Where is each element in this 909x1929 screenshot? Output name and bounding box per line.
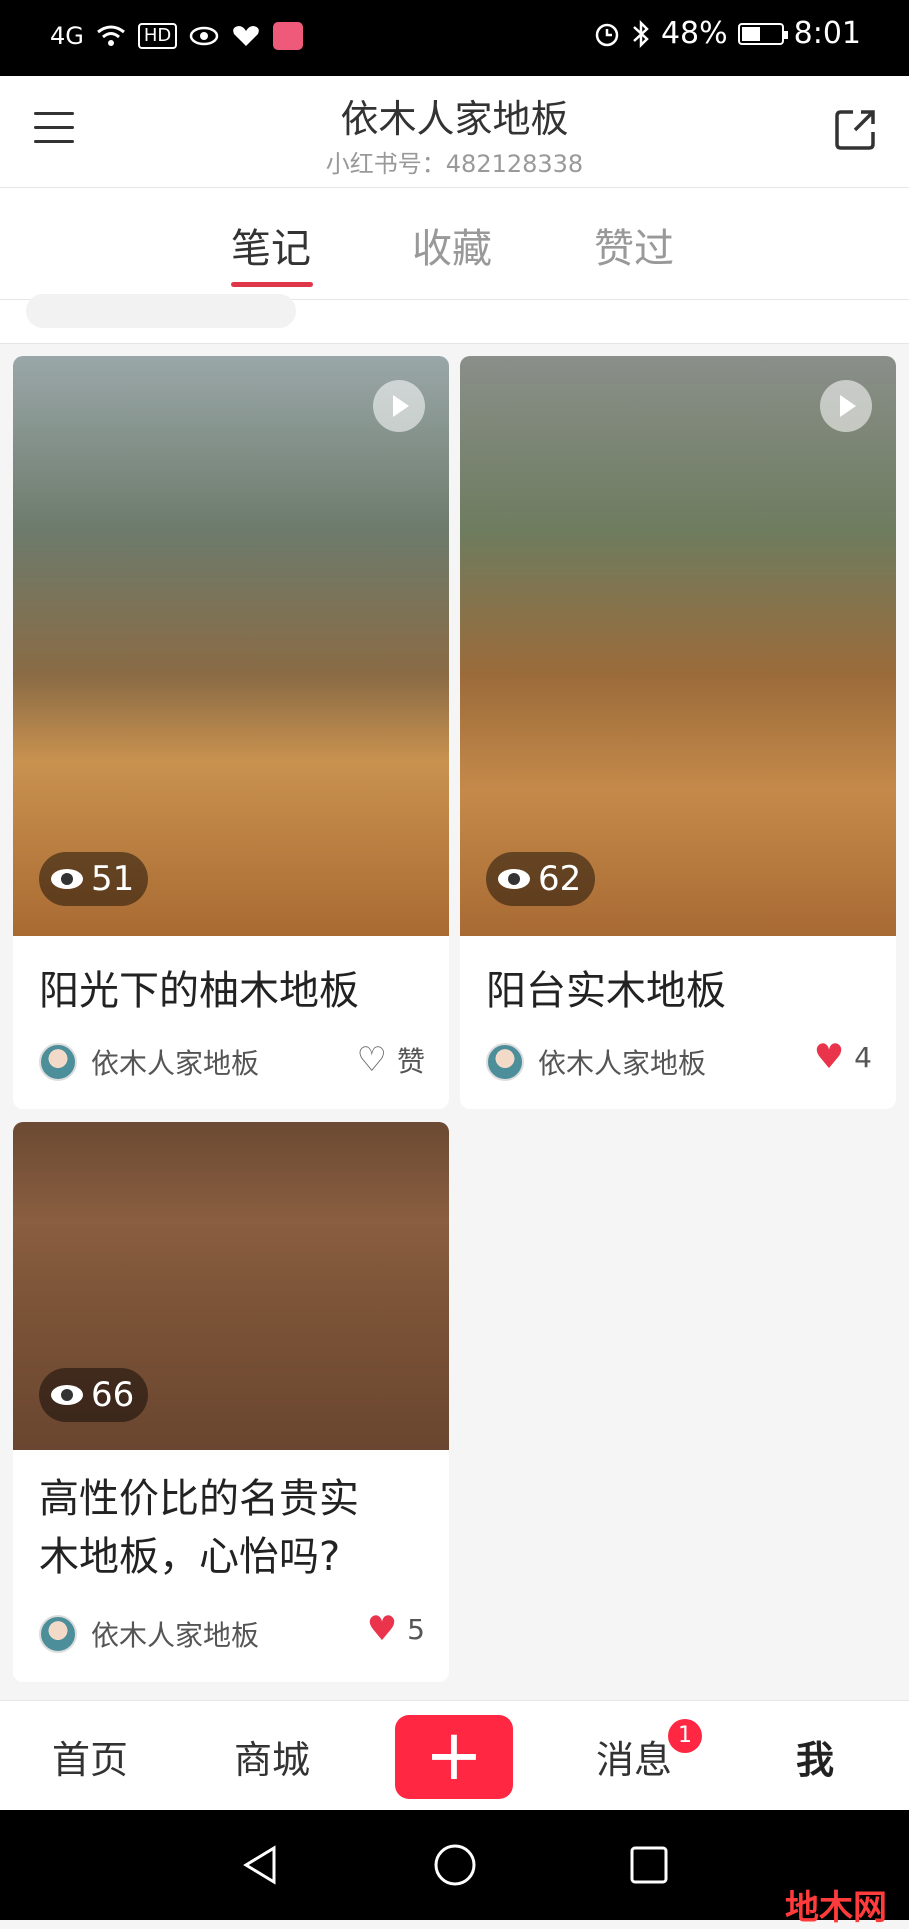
note-cover-image[interactable] xyxy=(460,356,896,936)
filter-pill[interactable] xyxy=(26,294,296,328)
message-badge: 1 xyxy=(668,1719,702,1753)
like-button[interactable]: ♥ 5 xyxy=(367,1612,425,1646)
nav-me[interactable]: 我 xyxy=(796,1729,834,1784)
note-card[interactable]: 51 阳光下的柚木地板 依木人家地板 ♡ 赞 xyxy=(13,356,449,1109)
note-card[interactable]: 62 阳台实木地板 依木人家地板 ♥ 4 xyxy=(460,356,896,1109)
profile-header: 依木人家地板 小红书号：482128338 xyxy=(0,76,909,188)
nav-messages[interactable]: 消息 xyxy=(596,1729,672,1784)
account-id: 小红书号：482128338 xyxy=(325,150,584,178)
tab-notes[interactable]: 笔记 xyxy=(231,216,311,274)
bottom-nav: 首页 商城 + 消息 1 我 xyxy=(0,1700,909,1810)
tab-liked[interactable]: 赞过 xyxy=(594,216,674,274)
battery-percent: 48% xyxy=(660,16,728,51)
view-count: 51 xyxy=(91,859,135,899)
note-title[interactable]: 阳光下的柚木地板 xyxy=(39,962,359,1020)
signal-icon: 4G xyxy=(50,22,84,50)
alarm-icon xyxy=(595,23,619,46)
active-tab-indicator xyxy=(231,282,313,287)
heart-filled-icon[interactable]: ♥ xyxy=(367,1612,397,1646)
view-count-badge: 66 xyxy=(39,1368,149,1422)
battery-icon xyxy=(737,22,788,45)
video-play-icon xyxy=(373,380,425,432)
like-count: 5 xyxy=(407,1612,425,1646)
back-icon[interactable] xyxy=(238,1842,284,1888)
view-count: 66 xyxy=(91,1375,135,1415)
author-name[interactable]: 依木人家地板 xyxy=(538,1042,706,1082)
health-icon xyxy=(233,26,260,46)
share-icon[interactable] xyxy=(833,106,879,152)
note-card[interactable]: 66 高性价比的名贵实 木地板，心怡吗? 依木人家地板 ♥ 5 xyxy=(13,1122,449,1682)
profile-tabs: 笔记 收藏 赞过 xyxy=(0,188,909,300)
eye-icon xyxy=(51,869,83,889)
recents-icon[interactable] xyxy=(626,1842,672,1888)
eye-comfort-icon xyxy=(190,26,219,46)
eye-icon xyxy=(498,869,530,889)
like-button[interactable]: ♥ 4 xyxy=(814,1040,872,1074)
add-note-button[interactable]: + xyxy=(395,1715,513,1799)
avatar[interactable] xyxy=(39,1043,77,1081)
note-title[interactable]: 阳台实木地板 xyxy=(486,962,726,1020)
home-icon[interactable] xyxy=(432,1842,478,1888)
view-count: 62 xyxy=(538,859,582,899)
note-cover-image[interactable] xyxy=(13,356,449,936)
app-notification-icon xyxy=(273,22,304,50)
author-name[interactable]: 依木人家地板 xyxy=(91,1614,259,1654)
tab-collections[interactable]: 收藏 xyxy=(412,216,492,274)
like-count: 4 xyxy=(854,1040,872,1074)
filter-strip xyxy=(0,294,909,344)
eye-icon xyxy=(51,1385,83,1405)
note-author[interactable]: 依木人家地板 xyxy=(39,1042,259,1082)
avatar[interactable] xyxy=(486,1043,524,1081)
nav-mall[interactable]: 商城 xyxy=(234,1729,310,1784)
status-bar: 4G HD 48% 8:01 xyxy=(0,0,909,76)
note-title-line: 高性价比的名贵实 xyxy=(39,1476,359,1522)
system-nav-bar xyxy=(0,1810,909,1920)
hd-icon: HD xyxy=(137,23,178,49)
watermark-logo: 地木网 xyxy=(785,1888,887,1928)
wifi-icon xyxy=(96,25,125,46)
nav-home[interactable]: 首页 xyxy=(52,1729,128,1784)
note-title-line: 木地板，心怡吗? xyxy=(39,1534,341,1580)
bluetooth-icon xyxy=(633,19,649,48)
view-count-badge: 51 xyxy=(39,852,149,906)
heart-filled-icon[interactable]: ♥ xyxy=(814,1040,844,1074)
note-title[interactable]: 高性价比的名贵实 木地板，心怡吗? xyxy=(39,1470,359,1586)
note-author[interactable]: 依木人家地板 xyxy=(486,1042,706,1082)
like-button[interactable]: ♡ 赞 xyxy=(357,1040,426,1080)
view-count-badge: 62 xyxy=(486,852,596,906)
page-title: 依木人家地板 xyxy=(340,97,569,141)
video-play-icon xyxy=(820,380,872,432)
author-name[interactable]: 依木人家地板 xyxy=(91,1042,259,1082)
like-count: 赞 xyxy=(396,1045,425,1078)
note-author[interactable]: 依木人家地板 xyxy=(39,1614,259,1654)
heart-outline-icon[interactable]: ♡ xyxy=(357,1043,387,1077)
avatar[interactable] xyxy=(39,1615,77,1653)
clock: 8:01 xyxy=(793,16,861,51)
